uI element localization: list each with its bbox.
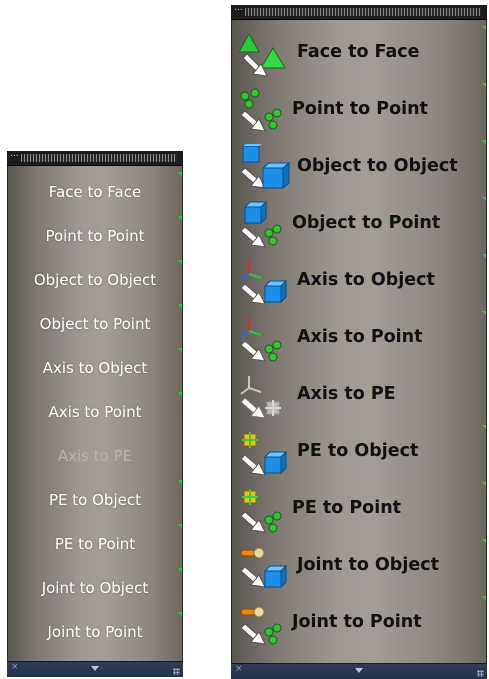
text-only-palette: ... Face to Face Point to Point Object t… [7,151,183,677]
pe-to-object-icon [240,432,288,476]
axis-to-object-icon [240,260,288,305]
flyout-indicator-icon [178,348,182,352]
flyout-indicator-icon [482,83,486,87]
palette-title-bar[interactable]: ... [7,151,183,166]
expand-arrow-icon[interactable] [355,668,363,673]
pe-to-object-label: PE to Object [49,491,141,509]
joint-to-object-label: Joint to Object [41,579,149,597]
pe-to-point-button[interactable]: PE to Point [231,480,487,537]
expand-arrow-icon[interactable] [91,666,99,671]
flyout-indicator-icon [482,596,486,600]
flyout-indicator-icon [178,480,182,484]
joint-to-point-label: Joint to Point [47,623,143,641]
object-to-object-button[interactable]: Object to Object [7,258,183,302]
pe-to-point-label: PE to Point [292,498,402,518]
flyout-indicator-icon [482,197,486,201]
axis-to-point-label: Axis to Point [297,327,423,347]
flyout-indicator-icon [482,140,486,144]
axis-to-pe-icon [240,376,281,419]
pe-to-object-button[interactable]: PE to Object [231,423,487,480]
axis-to-point-button[interactable]: Axis to Point [231,309,487,366]
joint-to-point-icon [240,606,282,645]
flyout-indicator-icon [482,311,486,315]
drag-grip[interactable] [245,8,481,16]
object-to-point-icon [240,201,282,248]
axis-to-pe-label: Axis to PE [297,384,396,404]
flyout-indicator-icon [482,539,486,543]
object-to-point-label: Object to Point [39,315,151,333]
object-to-point-button[interactable]: Object to Point [7,302,183,346]
axis-to-object-button[interactable]: Axis to Object [7,346,183,390]
point-to-point-icon [240,88,282,132]
face-to-face-label: Face to Face [297,42,420,62]
drag-grip[interactable] [21,154,177,162]
face-to-face-button[interactable]: Face to Face [231,24,487,81]
face-to-face-label: Face to Face [48,183,142,201]
palette-menu-dots[interactable]: ... [234,5,243,13]
joint-to-object-button[interactable]: Joint to Object [7,566,183,610]
flyout-indicator-icon [178,392,182,396]
palette-bottom-bar: × [7,661,183,677]
axis-to-pe-button: Axis to PE [231,366,487,423]
flyout-indicator-icon [178,260,182,264]
joint-to-object-icon [240,547,288,589]
object-to-object-button[interactable]: Object to Object [231,138,487,195]
flyout-indicator-icon [178,568,182,572]
joint-to-point-button[interactable]: Joint to Point [7,610,183,654]
axis-to-pe-button: Axis to PE [7,434,183,478]
flyout-indicator-icon [482,26,486,30]
joint-to-point-button[interactable]: Joint to Point [231,594,487,651]
object-to-point-button[interactable]: Object to Point [231,195,487,252]
axis-to-object-label: Axis to Object [297,270,435,290]
point-to-point-label: Point to Point [292,99,428,119]
axis-to-object-button[interactable]: Axis to Object [231,252,487,309]
point-to-point-button[interactable]: Point to Point [7,214,183,258]
pe-to-object-label: PE to Object [297,441,419,461]
joint-to-object-label: Joint to Object [297,555,439,575]
axis-to-point-label: Axis to Point [48,403,142,421]
icon-palette: ... Face to Face Point to Point Object t… [231,5,487,679]
point-to-point-label: Point to Point [45,227,145,245]
close-icon[interactable]: × [11,662,19,672]
flyout-indicator-icon [178,612,182,616]
pe-to-object-button[interactable]: PE to Object [7,478,183,522]
pe-to-point-label: PE to Point [54,535,136,553]
object-to-object-icon [240,144,291,190]
palette-menu-dots[interactable]: ... [10,151,19,159]
flyout-indicator-icon [482,482,486,486]
resize-grip-icon[interactable] [173,668,180,675]
pe-to-point-icon [240,489,282,533]
joint-to-point-label: Joint to Point [292,612,422,632]
axis-to-point-button[interactable]: Axis to Point [7,390,183,434]
flyout-indicator-icon [482,425,486,429]
axis-to-point-icon [240,317,282,362]
face-to-face-button[interactable]: Face to Face [7,170,183,214]
palette-title-bar[interactable]: ... [231,5,487,20]
axis-to-object-label: Axis to Object [42,359,148,377]
resize-grip-icon[interactable] [477,670,484,677]
close-icon[interactable]: × [235,664,243,674]
point-to-point-button[interactable]: Point to Point [231,81,487,138]
flyout-indicator-icon [178,172,182,176]
axis-to-pe-label: Axis to PE [57,447,133,465]
joint-to-object-button[interactable]: Joint to Object [231,537,487,594]
object-to-object-label: Object to Object [33,271,157,289]
flyout-indicator-icon [178,304,182,308]
flyout-indicator-icon [178,216,182,220]
palette-bottom-bar: × [231,663,487,679]
object-to-object-label: Object to Object [297,156,458,176]
pe-to-point-button[interactable]: PE to Point [7,522,183,566]
object-to-point-label: Object to Point [292,213,441,233]
flyout-indicator-icon [482,254,486,258]
flyout-indicator-icon [178,524,182,528]
face-to-face-icon [239,32,286,77]
